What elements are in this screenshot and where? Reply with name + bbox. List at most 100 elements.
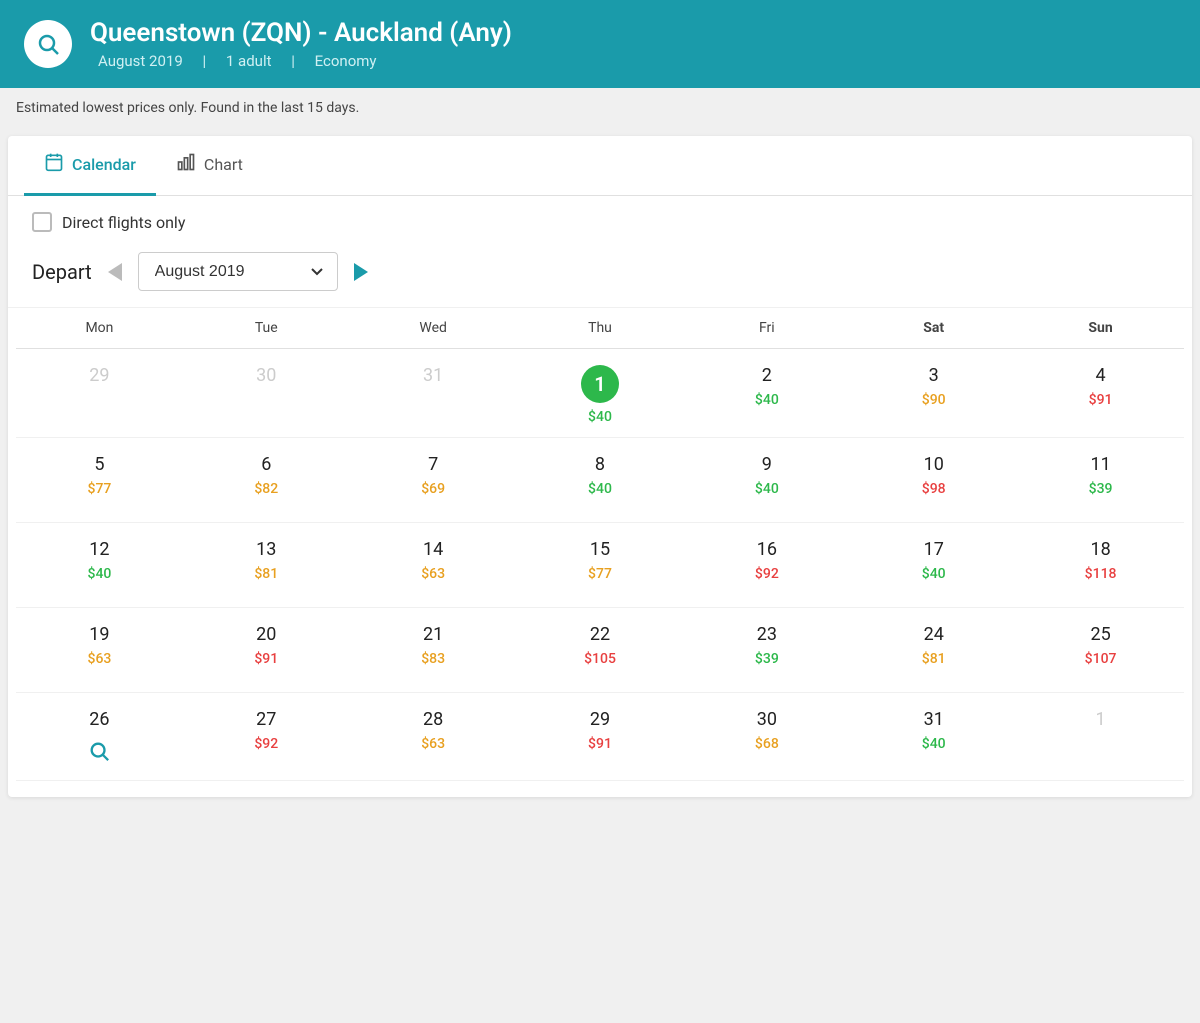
cal-price: $40 bbox=[854, 736, 1013, 752]
cal-date: 4 bbox=[1096, 365, 1106, 386]
cal-date: 13 bbox=[256, 539, 276, 560]
cal-cell[interactable]: 17$40 bbox=[850, 523, 1017, 608]
prev-month-button[interactable] bbox=[108, 263, 122, 281]
cal-date: 31 bbox=[423, 365, 443, 386]
calendar-view: Mon Tue Wed Thu Fri Sat Sun 2930311$402$… bbox=[8, 308, 1192, 797]
cal-cell[interactable]: 15$77 bbox=[517, 523, 684, 608]
cal-date: 26 bbox=[89, 709, 109, 730]
cal-cell[interactable]: 9$40 bbox=[683, 438, 850, 523]
cal-cell[interactable]: 24$81 bbox=[850, 608, 1017, 693]
cal-price: $81 bbox=[854, 651, 1013, 667]
day-sat: Sat bbox=[850, 320, 1017, 336]
notice-bar: Estimated lowest prices only. Found in t… bbox=[0, 88, 1200, 128]
cal-cell[interactable]: 3$90 bbox=[850, 349, 1017, 438]
chart-icon bbox=[176, 152, 196, 177]
cal-cell[interactable]: 12$40 bbox=[16, 523, 183, 608]
cal-cell[interactable]: 29$91 bbox=[517, 693, 684, 781]
cal-price: $91 bbox=[187, 651, 346, 667]
cal-date: 17 bbox=[924, 539, 944, 560]
cal-date: 15 bbox=[590, 539, 610, 560]
cal-cell[interactable]: 27$92 bbox=[183, 693, 350, 781]
tabs-bar: Calendar Chart bbox=[8, 136, 1192, 196]
calendar-icon bbox=[44, 152, 64, 177]
cal-cell[interactable]: 25$107 bbox=[1017, 608, 1184, 693]
cal-cell: 29 bbox=[16, 349, 183, 438]
cal-date: 24 bbox=[924, 624, 944, 645]
tab-calendar[interactable]: Calendar bbox=[24, 136, 156, 196]
cal-date: 2 bbox=[762, 365, 772, 386]
cal-date: 14 bbox=[423, 539, 443, 560]
cal-date: 30 bbox=[256, 365, 276, 386]
cabin-label: Economy bbox=[315, 52, 377, 70]
main-card: Calendar Chart Direct flights only Depar… bbox=[8, 136, 1192, 797]
cal-price: $92 bbox=[187, 736, 346, 752]
cal-cell[interactable]: 23$39 bbox=[683, 608, 850, 693]
cal-cell: 1 bbox=[1017, 693, 1184, 781]
cal-cell[interactable]: 26 bbox=[16, 693, 183, 781]
cal-cell[interactable]: 28$63 bbox=[350, 693, 517, 781]
cal-price: $91 bbox=[1021, 392, 1180, 408]
tab-chart-label: Chart bbox=[204, 155, 243, 174]
left-arrow-icon bbox=[108, 263, 122, 281]
tab-chart[interactable]: Chart bbox=[156, 136, 263, 196]
cal-cell[interactable]: 10$98 bbox=[850, 438, 1017, 523]
cal-cell[interactable]: 31$40 bbox=[850, 693, 1017, 781]
cal-cell[interactable]: 13$81 bbox=[183, 523, 350, 608]
cal-cell[interactable]: 4$91 bbox=[1017, 349, 1184, 438]
cal-cell[interactable]: 5$77 bbox=[16, 438, 183, 523]
route-title: Queenstown (ZQN) - Auckland (Any) bbox=[90, 18, 512, 48]
cal-cell[interactable]: 6$82 bbox=[183, 438, 350, 523]
month-selector[interactable]: August 2019 September 2019 October 2019 bbox=[138, 252, 338, 291]
controls-area: Direct flights only Depart August 2019 S… bbox=[8, 196, 1192, 308]
cal-price: $40 bbox=[20, 566, 179, 582]
cal-date: 21 bbox=[423, 624, 443, 645]
cal-date: 28 bbox=[423, 709, 443, 730]
cal-date: 25 bbox=[1090, 624, 1110, 645]
cal-price: $63 bbox=[354, 736, 513, 752]
cal-cell[interactable]: 30$68 bbox=[683, 693, 850, 781]
cal-price: $69 bbox=[354, 481, 513, 497]
cal-price: $40 bbox=[521, 409, 680, 425]
cal-price: $77 bbox=[20, 481, 179, 497]
cal-date: 16 bbox=[757, 539, 777, 560]
day-fri: Fri bbox=[683, 320, 850, 336]
cal-price: $83 bbox=[354, 651, 513, 667]
calendar-grid: 2930311$402$403$904$915$776$827$698$409$… bbox=[16, 349, 1184, 781]
direct-flights-checkbox[interactable] bbox=[32, 212, 52, 232]
cal-date: 8 bbox=[595, 454, 605, 475]
cal-cell[interactable]: 7$69 bbox=[350, 438, 517, 523]
cal-price: $92 bbox=[687, 566, 846, 582]
cal-date: 7 bbox=[428, 454, 438, 475]
cal-price: $105 bbox=[521, 651, 680, 667]
cal-cell[interactable]: 1$40 bbox=[517, 349, 684, 438]
cal-price: $39 bbox=[687, 651, 846, 667]
cal-cell[interactable]: 16$92 bbox=[683, 523, 850, 608]
cal-cell[interactable]: 8$40 bbox=[517, 438, 684, 523]
cal-cell[interactable]: 18$118 bbox=[1017, 523, 1184, 608]
cal-date: 29 bbox=[590, 709, 610, 730]
cal-date: 29 bbox=[89, 365, 109, 386]
cal-date: 12 bbox=[89, 539, 109, 560]
cal-price: $40 bbox=[521, 481, 680, 497]
cal-date: 11 bbox=[1090, 454, 1110, 475]
cal-price: $77 bbox=[521, 566, 680, 582]
cal-cell: 30 bbox=[183, 349, 350, 438]
cal-date: 6 bbox=[261, 454, 271, 475]
cal-price: $63 bbox=[354, 566, 513, 582]
cal-date: 31 bbox=[924, 709, 944, 730]
cal-cell: 31 bbox=[350, 349, 517, 438]
cal-cell[interactable]: 11$39 bbox=[1017, 438, 1184, 523]
cal-cell[interactable]: 14$63 bbox=[350, 523, 517, 608]
depart-label: Depart bbox=[32, 260, 92, 284]
cal-cell[interactable]: 21$83 bbox=[350, 608, 517, 693]
cal-cell[interactable]: 20$91 bbox=[183, 608, 350, 693]
day-thu: Thu bbox=[517, 320, 684, 336]
notice-text: Estimated lowest prices only. Found in t… bbox=[16, 100, 359, 116]
cal-cell[interactable]: 2$40 bbox=[683, 349, 850, 438]
cal-price: $81 bbox=[187, 566, 346, 582]
search-icon bbox=[24, 20, 72, 68]
cal-cell[interactable]: 19$63 bbox=[16, 608, 183, 693]
next-month-button[interactable] bbox=[354, 263, 368, 281]
cal-cell[interactable]: 22$105 bbox=[517, 608, 684, 693]
direct-flights-label: Direct flights only bbox=[62, 213, 185, 232]
